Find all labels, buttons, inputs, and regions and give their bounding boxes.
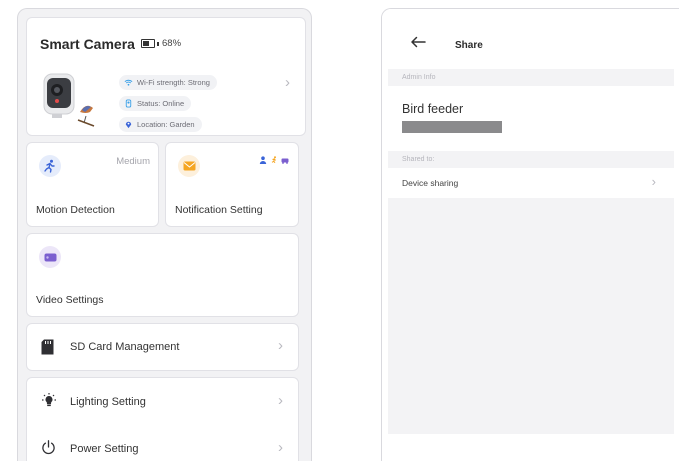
battery-indicator: 68% <box>141 38 181 49</box>
chevron-right-icon: › <box>278 392 283 409</box>
empty-content-area <box>388 198 674 434</box>
shared-to-section-header: Shared to: <box>388 151 674 168</box>
notification-setting-label: Notification Setting <box>175 204 263 216</box>
camera-status-icon <box>125 99 132 108</box>
device-settings-screen: Smart Camera 68% Wi-Fi strength: Strong <box>17 8 312 461</box>
lighting-power-card: Lighting Setting › Power Setting › <box>26 377 299 461</box>
device-sharing-label: Device sharing <box>402 178 459 188</box>
envelope-icon <box>178 155 200 177</box>
motion-mini-icon <box>271 156 276 164</box>
video-settings-label: Video Settings <box>36 294 104 306</box>
battery-percent: 68% <box>162 38 182 49</box>
device-name: Bird feeder <box>402 102 464 116</box>
notification-type-icons <box>259 156 289 164</box>
video-settings-tile[interactable]: Video Settings <box>26 233 299 317</box>
wifi-icon <box>124 79 133 86</box>
camera-bird-image <box>43 73 95 127</box>
sd-card-icon <box>41 339 54 355</box>
admin-info-section-header: Admin Info <box>388 69 674 86</box>
motion-detection-tile[interactable]: Medium Motion Detection <box>26 142 159 227</box>
chevron-right-icon: › <box>651 174 656 189</box>
chevron-right-icon: › <box>285 74 290 91</box>
page-title: Share <box>455 40 483 51</box>
share-screen: Share Admin Info Bird feeder Shared to: … <box>381 8 679 461</box>
vehicle-icon <box>281 158 289 164</box>
power-setting-label: Power Setting <box>70 443 139 455</box>
back-arrow-icon[interactable] <box>410 36 426 48</box>
motion-detection-label: Motion Detection <box>36 204 115 216</box>
redacted-admin-info <box>402 121 502 133</box>
location-chip: Location: Garden <box>119 117 202 132</box>
wifi-chip: Wi-Fi strength: Strong <box>119 75 217 90</box>
sd-card-management-label: SD Card Management <box>70 341 180 353</box>
device-sharing-row[interactable]: Device sharing › <box>388 168 674 198</box>
person-icon <box>259 156 267 164</box>
lighting-setting-row[interactable]: Lighting Setting › <box>27 378 298 424</box>
motion-running-icon <box>39 155 61 177</box>
motion-sensitivity-value: Medium <box>116 156 150 167</box>
chevron-right-icon: › <box>278 439 283 456</box>
location-pin-icon <box>125 121 132 129</box>
sd-card-management-row[interactable]: SD Card Management › <box>26 323 299 371</box>
camera-info-chips: Wi-Fi strength: Strong Status: Online Lo… <box>119 75 217 138</box>
lighting-setting-label: Lighting Setting <box>70 396 146 408</box>
share-header: Share <box>382 9 679 67</box>
light-bulb-icon <box>42 393 56 407</box>
camera-title: Smart Camera <box>40 36 135 52</box>
battery-icon <box>141 39 155 48</box>
camera-summary-card[interactable]: Smart Camera 68% Wi-Fi strength: Strong <box>26 17 306 136</box>
power-setting-row[interactable]: Power Setting › <box>27 430 298 461</box>
video-camera-icon <box>39 246 61 268</box>
notification-setting-tile[interactable]: Notification Setting <box>165 142 299 227</box>
status-chip: Status: Online <box>119 96 192 111</box>
chevron-right-icon: › <box>278 337 283 354</box>
power-icon <box>42 440 55 455</box>
